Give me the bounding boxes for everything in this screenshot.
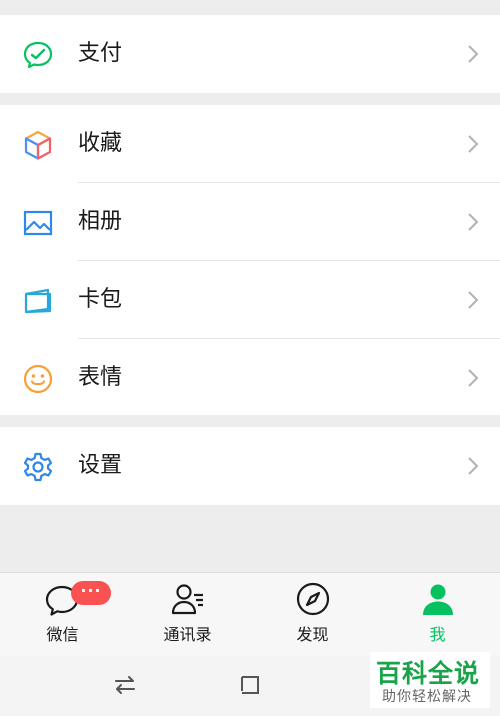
cube-icon (22, 129, 54, 161)
menu-item-label: 表情 (78, 365, 123, 390)
menu-item-pay[interactable]: 支付 (0, 15, 500, 93)
contacts-icon (170, 581, 206, 617)
image-icon (22, 207, 54, 239)
tab-label: 通讯录 (163, 625, 212, 644)
menu-item-label: 设置 (78, 453, 123, 478)
pay-group: 支付 (0, 15, 500, 93)
bottom-tab-bar: ··· 微信 通讯录 发现 我 (0, 572, 500, 657)
tab-contacts[interactable]: 通讯录 (125, 573, 250, 657)
tab-me[interactable]: 我 (375, 573, 500, 657)
pay-icon (22, 39, 54, 71)
person-icon (420, 581, 456, 617)
tab-label: 微信 (46, 625, 79, 644)
menu-item-label: 卡包 (78, 287, 123, 312)
menu-item-label: 支付 (78, 41, 123, 66)
chevron-right-icon (466, 367, 480, 389)
tab-discover[interactable]: 发现 (250, 573, 375, 657)
chevron-right-icon (466, 455, 480, 477)
watermark-logo: 百科全说 助你轻松解决 (370, 652, 490, 708)
smiley-icon (22, 363, 54, 395)
watermark-title: 百科全说 (376, 659, 481, 688)
menu-item-label: 相册 (78, 209, 123, 234)
home-icon[interactable] (237, 672, 263, 698)
gear-icon (22, 451, 54, 483)
chevron-right-icon (466, 43, 480, 65)
chevron-right-icon (466, 211, 480, 233)
menu-item-stickers[interactable]: 表情 (0, 339, 500, 417)
watermark-subtitle: 助你轻松解决 (382, 689, 472, 705)
switch-apps-icon[interactable] (112, 672, 138, 698)
tab-chats[interactable]: ··· 微信 (0, 573, 125, 657)
settings-group: 设置 (0, 427, 500, 505)
services-group: 收藏 相册 卡包 表情 (0, 105, 500, 415)
tab-label: 我 (429, 625, 446, 644)
menu-item-album[interactable]: 相册 (0, 183, 500, 261)
menu-item-favorites[interactable]: 收藏 (0, 105, 500, 183)
card-icon (22, 285, 54, 317)
chevron-right-icon (466, 133, 480, 155)
chevron-right-icon (466, 289, 480, 311)
menu-item-settings[interactable]: 设置 (0, 427, 500, 505)
tab-label: 发现 (296, 625, 329, 644)
menu-item-cards[interactable]: 卡包 (0, 261, 500, 339)
unread-badge: ··· (71, 581, 111, 605)
compass-icon (295, 581, 331, 617)
menu-item-label: 收藏 (78, 131, 123, 156)
